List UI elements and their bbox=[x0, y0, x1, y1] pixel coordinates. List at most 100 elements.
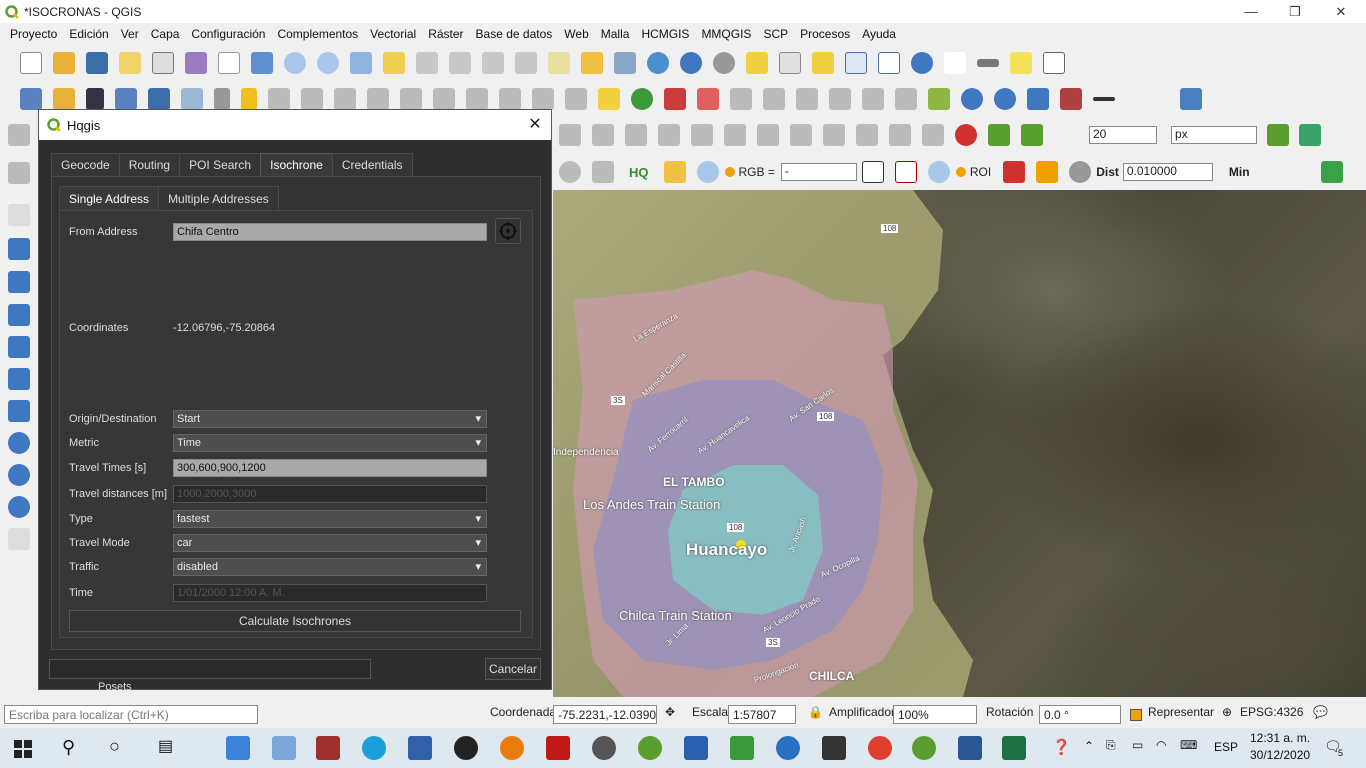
crs-globe-icon[interactable]: ⊕ bbox=[1222, 705, 1232, 719]
roi-plus-icon[interactable] bbox=[1035, 161, 1058, 183]
stretch-icon[interactable] bbox=[895, 161, 918, 183]
cancel-button[interactable]: Cancelar bbox=[485, 658, 541, 680]
new-print-layout-icon[interactable] bbox=[118, 52, 141, 74]
identify-left-icon[interactable] bbox=[8, 124, 30, 146]
rotate-icon[interactable] bbox=[723, 124, 746, 146]
add-wms-icon[interactable] bbox=[8, 432, 30, 454]
delete-ring-icon[interactable] bbox=[888, 124, 911, 146]
traffic-select[interactable]: disabled bbox=[173, 558, 487, 576]
travel-mode-select[interactable]: car bbox=[173, 534, 487, 552]
menu-ayuda[interactable]: Ayuda bbox=[856, 27, 902, 41]
menu-capa[interactable]: Capa bbox=[145, 27, 186, 41]
style-manager-icon[interactable] bbox=[184, 52, 207, 74]
tab-credentials[interactable]: Credentials bbox=[331, 153, 413, 176]
save-edits-icon[interactable] bbox=[267, 88, 290, 110]
add-points-icon[interactable] bbox=[8, 204, 30, 226]
open-project-icon[interactable] bbox=[52, 52, 75, 74]
battery-icon[interactable]: ▭ bbox=[1132, 738, 1143, 752]
pan-hand-icon[interactable] bbox=[217, 52, 240, 74]
dialog-close-button[interactable]: ✕ bbox=[525, 114, 545, 134]
add-raster-icon[interactable] bbox=[85, 88, 104, 110]
restore-button[interactable]: ❐ bbox=[1272, 0, 1318, 23]
percent-icon[interactable] bbox=[862, 161, 885, 183]
minimize-button[interactable]: — bbox=[1228, 0, 1274, 23]
type-select[interactable]: fastest bbox=[173, 510, 487, 528]
chrome-icon[interactable] bbox=[868, 736, 892, 760]
python-console-icon[interactable] bbox=[1026, 88, 1049, 110]
obs-icon[interactable] bbox=[454, 736, 478, 760]
measure-line-icon[interactable] bbox=[1092, 97, 1115, 101]
menu-proyecto[interactable]: Proyecto bbox=[4, 27, 63, 41]
help-icon[interactable] bbox=[1180, 88, 1202, 110]
tab-poi-search[interactable]: POI Search bbox=[179, 153, 262, 176]
rotation-field[interactable]: 0.0 ° bbox=[1039, 705, 1121, 724]
settings-gear-icon[interactable] bbox=[712, 52, 735, 74]
messages-icon[interactable]: 💬 bbox=[1313, 705, 1328, 719]
blender-icon[interactable] bbox=[500, 736, 524, 760]
triangle-warning-icon[interactable] bbox=[927, 88, 950, 110]
move-feature-icon[interactable] bbox=[366, 88, 389, 110]
trace-left-icon[interactable] bbox=[8, 162, 30, 184]
map-canvas[interactable]: EL TAMBO Los Andes Train Station Huancay… bbox=[553, 190, 1366, 697]
time-input[interactable]: 1/01/2000 12:00 A. M. bbox=[173, 584, 487, 602]
delete-selected-icon[interactable] bbox=[399, 88, 422, 110]
tray-chevron-icon[interactable]: ⌃ bbox=[1084, 739, 1094, 753]
zoom-full-icon[interactable] bbox=[349, 52, 372, 74]
grid-snap-icon[interactable] bbox=[921, 124, 944, 146]
toolbox-gear-icon[interactable] bbox=[910, 52, 933, 74]
map-tips-icon[interactable] bbox=[1009, 52, 1032, 74]
undo-icon[interactable] bbox=[531, 88, 554, 110]
travel-times-input[interactable]: 300,600,900,1200 bbox=[173, 459, 487, 477]
edit-pencil-icon[interactable] bbox=[213, 88, 230, 110]
coordinate-toggle-icon[interactable]: ✥ bbox=[665, 705, 675, 719]
new-shapefile-icon[interactable] bbox=[147, 88, 170, 110]
add-wfs-icon[interactable] bbox=[8, 464, 30, 486]
fill-ring-icon[interactable] bbox=[855, 124, 878, 146]
add-v-layer-icon[interactable] bbox=[8, 368, 30, 390]
add-wcs-icon[interactable] bbox=[8, 496, 30, 518]
zoom-out-icon[interactable] bbox=[316, 52, 339, 74]
tracing-icon[interactable] bbox=[987, 124, 1010, 146]
menu-mmqgis[interactable]: MMQGIS bbox=[695, 27, 757, 41]
label-rotate-icon[interactable] bbox=[762, 88, 785, 110]
crs-button[interactable]: EPSG:4326 bbox=[1240, 705, 1303, 719]
measure-icon[interactable] bbox=[976, 59, 999, 67]
coordinate-field[interactable]: -75.2231,-12.0390 bbox=[553, 705, 657, 724]
clock-time[interactable]: 12:31 a. m. bbox=[1250, 731, 1310, 745]
tab-single-address[interactable]: Single Address bbox=[59, 186, 160, 210]
clock-date[interactable]: 30/12/2020 bbox=[1250, 748, 1310, 762]
pan-to-selection-icon[interactable] bbox=[250, 52, 273, 74]
field-calculator-icon[interactable] bbox=[877, 52, 900, 74]
render-checkbox[interactable] bbox=[1130, 709, 1142, 721]
eye-icon[interactable] bbox=[558, 161, 581, 183]
new-map-view-icon[interactable] bbox=[547, 52, 570, 74]
tab-geocode[interactable]: Geocode bbox=[51, 153, 120, 176]
data-source-manager-icon[interactable] bbox=[19, 88, 42, 110]
reshape-icon[interactable] bbox=[591, 124, 614, 146]
merge-icon[interactable] bbox=[657, 124, 680, 146]
size-value-field[interactable]: 20 bbox=[1089, 126, 1157, 144]
offset-icon[interactable] bbox=[690, 124, 713, 146]
scp-dock-icon[interactable] bbox=[664, 161, 686, 183]
dist-value-field[interactable]: 0.010000 bbox=[1122, 163, 1213, 181]
lock-scale-icon[interactable]: 🔒 bbox=[808, 705, 823, 719]
vertex-type-icon[interactable] bbox=[1020, 124, 1043, 146]
search-icon[interactable]: ⚲ bbox=[62, 737, 75, 758]
menu-base-de-datos[interactable]: Base de datos bbox=[470, 27, 559, 41]
network-icon[interactable]: ⎘ bbox=[1106, 738, 1116, 753]
menu-ver[interactable]: Ver bbox=[115, 27, 145, 41]
zoom-to-layer-icon[interactable] bbox=[415, 52, 438, 74]
autocad-icon[interactable] bbox=[546, 736, 570, 760]
roi-draw-icon[interactable] bbox=[1002, 161, 1025, 183]
select-features-icon[interactable] bbox=[745, 52, 768, 74]
wifi-icon[interactable]: ◠ bbox=[1156, 738, 1166, 752]
cortana-icon[interactable]: ○ bbox=[109, 736, 120, 757]
identify-icon[interactable] bbox=[679, 52, 702, 74]
add-grid-icon[interactable] bbox=[8, 238, 30, 260]
add-vector-layer-icon[interactable] bbox=[52, 88, 75, 110]
dropbox-icon[interactable] bbox=[226, 736, 250, 760]
keyboard-icon[interactable]: ⌨ bbox=[1180, 738, 1197, 752]
menu-scp[interactable]: SCP bbox=[757, 27, 794, 41]
roi-zoom-icon[interactable] bbox=[928, 161, 951, 183]
menu-raster[interactable]: Ráster bbox=[422, 27, 469, 41]
